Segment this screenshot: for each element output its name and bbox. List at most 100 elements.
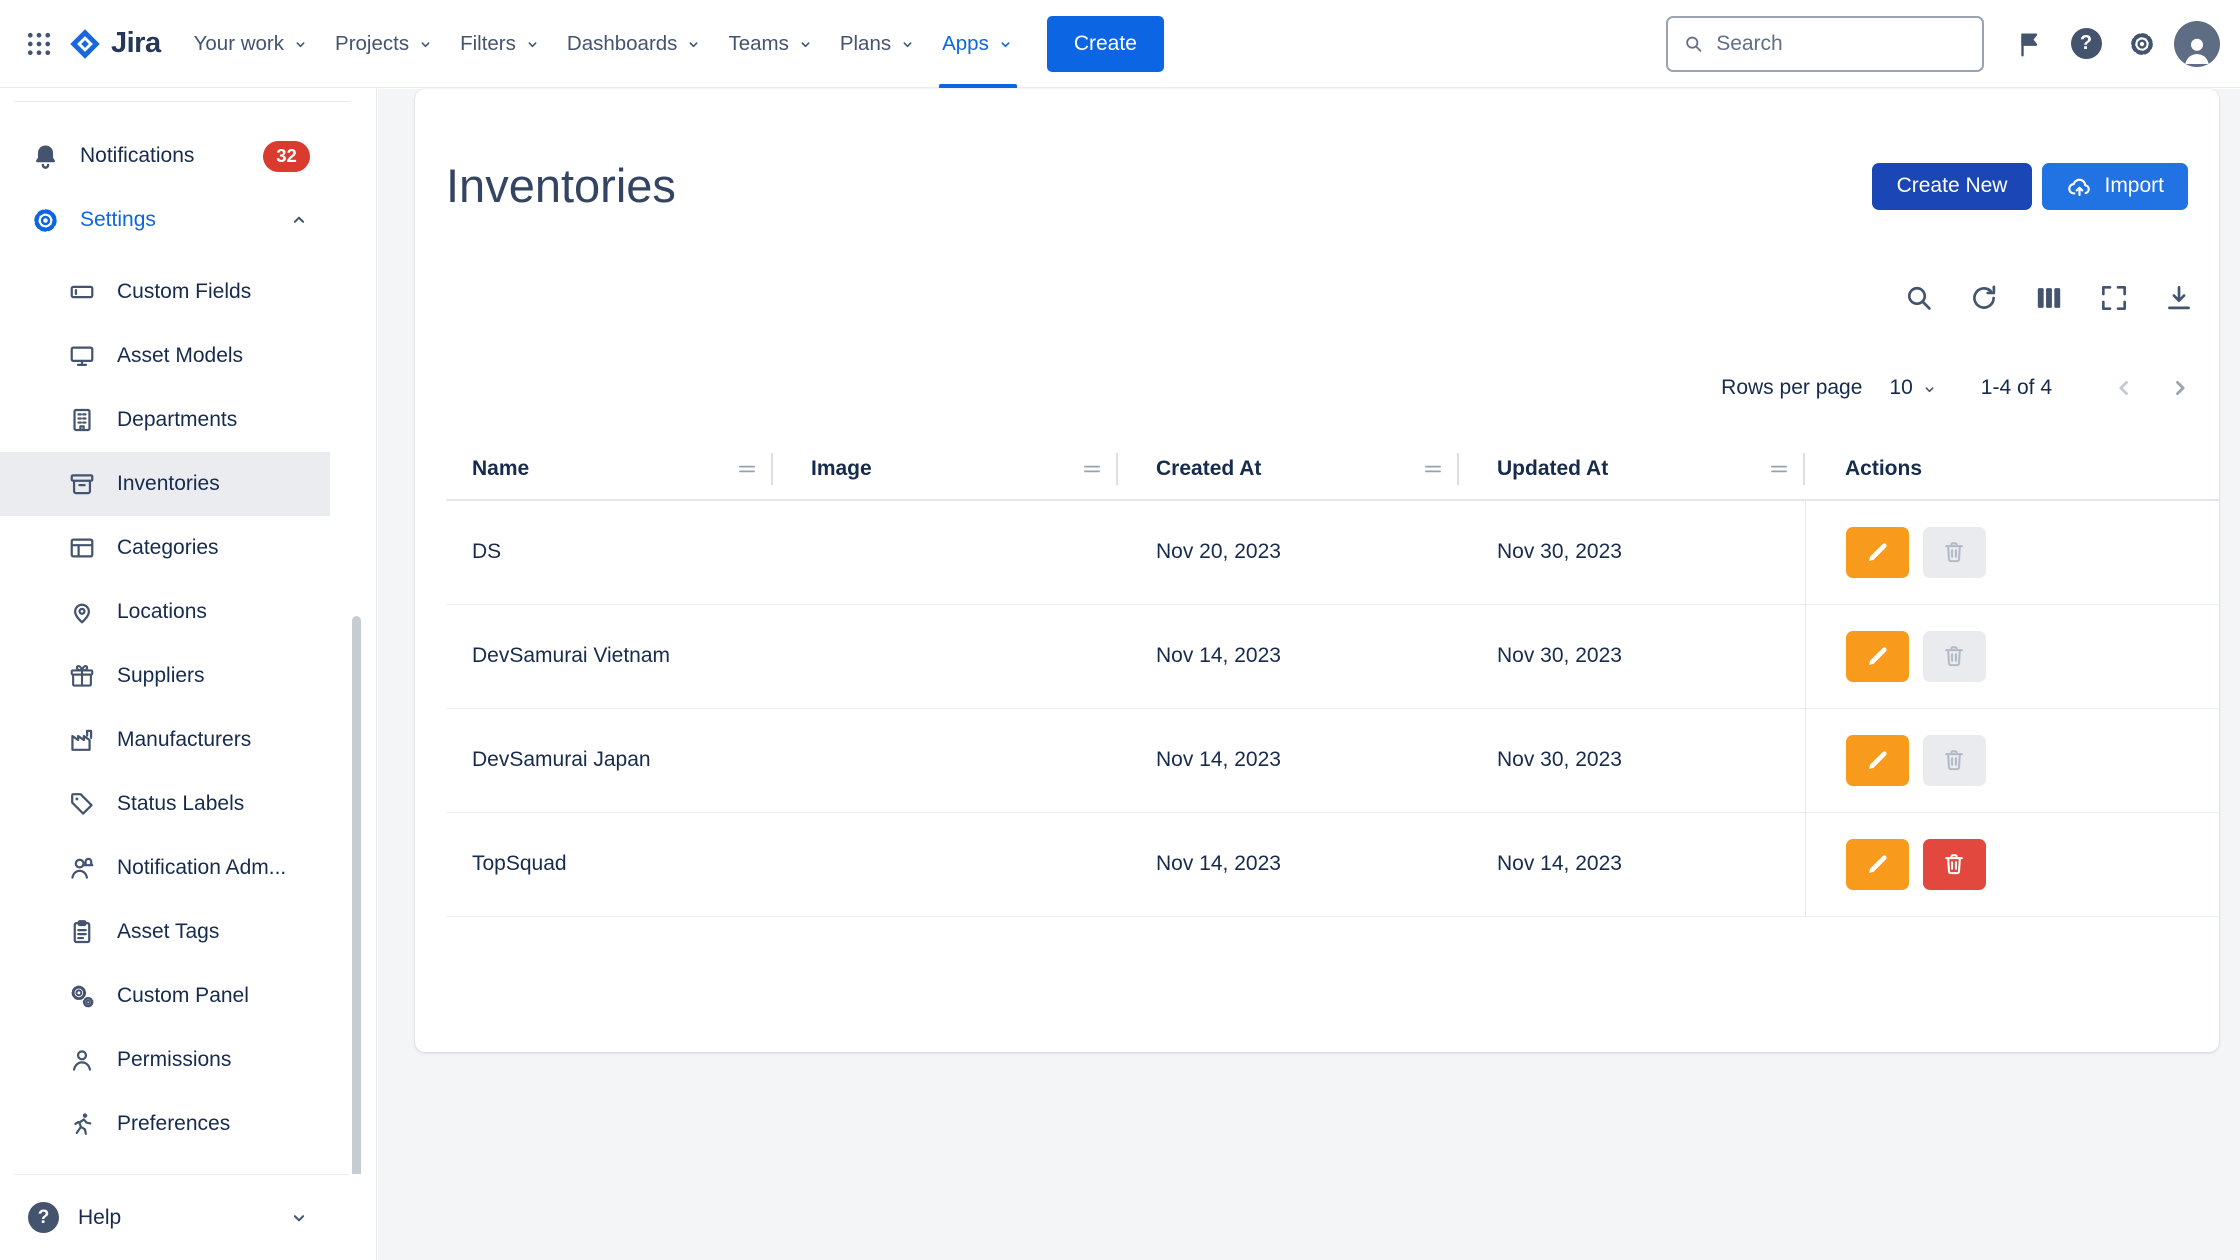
- sidebar-item-settings[interactable]: Settings: [0, 188, 330, 252]
- cell-created-at: Nov 14, 2023: [1118, 604, 1459, 708]
- create-button[interactable]: Create: [1047, 16, 1164, 72]
- manufacturers-icon: [68, 726, 96, 754]
- flag-icon: [2015, 29, 2045, 59]
- table-refresh-button[interactable]: [1967, 281, 2001, 315]
- suppliers-icon: [68, 662, 96, 690]
- asset-tags-icon: [68, 918, 96, 946]
- refresh-icon: [1968, 282, 2000, 314]
- sidebar-item-help[interactable]: ? Help: [0, 1175, 330, 1260]
- sidebar-item-custom-fields[interactable]: Custom Fields: [0, 260, 330, 324]
- chevron-left-icon: [2109, 373, 2139, 403]
- trash-icon: [1941, 643, 1967, 669]
- notification-admins-icon: [68, 854, 96, 882]
- delete-button[interactable]: [1923, 631, 1986, 682]
- sidebar-item-notifications[interactable]: Notifications 32: [0, 124, 330, 188]
- column-drag-handle-icon[interactable]: [1079, 456, 1105, 482]
- column-drag-handle-icon[interactable]: [1766, 456, 1792, 482]
- download-icon: [2163, 282, 2195, 314]
- table-fullscreen-button[interactable]: [2097, 281, 2131, 315]
- main-navigation: Your work Projects Filters Dashboards Te…: [185, 0, 1023, 88]
- edit-button[interactable]: [1846, 631, 1909, 682]
- trash-icon: [1941, 851, 1967, 877]
- sidebar-item-locations[interactable]: Locations: [0, 580, 330, 644]
- settings-button[interactable]: [2118, 20, 2166, 68]
- cell-name: DS: [446, 500, 773, 604]
- inventories-table: Name Image Created At Updated At Actions…: [446, 438, 2219, 917]
- column-header-image: Image: [773, 438, 1118, 500]
- pagination-bar: Rows per page 10 1-4 of 4: [415, 371, 2219, 405]
- nav-item-filters[interactable]: Filters: [451, 0, 550, 88]
- custom-panel-icon: [68, 982, 96, 1010]
- delete-button[interactable]: [1923, 839, 1986, 890]
- delete-button[interactable]: [1923, 735, 1986, 786]
- cloud-upload-icon: [2066, 173, 2093, 200]
- table-columns-button[interactable]: [2032, 281, 2066, 315]
- notifications-badge: 32: [263, 141, 310, 172]
- pencil-icon: [1864, 747, 1891, 774]
- sidebar-item-preferences[interactable]: Preferences: [0, 1092, 330, 1156]
- edit-button[interactable]: [1846, 839, 1909, 890]
- table-row[interactable]: DevSamurai Japan Nov 14, 2023 Nov 30, 20…: [446, 708, 2219, 812]
- sidebar-item-custom-panel[interactable]: Custom Panel: [0, 964, 330, 1028]
- cell-actions: [1805, 708, 2219, 812]
- question-mark-icon: ?: [2071, 28, 2102, 59]
- sidebar-item-departments[interactable]: Departments: [0, 388, 330, 452]
- table-search-button[interactable]: [1902, 281, 1936, 315]
- chevron-down-icon: [997, 36, 1014, 53]
- cell-name: TopSquad: [446, 812, 773, 916]
- cell-image: [773, 500, 1118, 604]
- sidebar-item-asset-models[interactable]: Asset Models: [0, 324, 330, 388]
- asset-models-icon: [68, 342, 96, 370]
- nav-item-dashboards[interactable]: Dashboards: [558, 0, 712, 88]
- sidebar-scrollbar[interactable]: [352, 616, 361, 1188]
- table-download-button[interactable]: [2162, 281, 2196, 315]
- delete-button[interactable]: [1923, 527, 1986, 578]
- column-drag-handle-icon[interactable]: [734, 456, 760, 482]
- person-icon: [2179, 31, 2215, 67]
- navbar-right-cluster: ?: [1666, 16, 2220, 72]
- table-toolbar: [415, 281, 2219, 315]
- sidebar-item-manufacturers[interactable]: Manufacturers: [0, 708, 330, 772]
- column-drag-handle-icon[interactable]: [1420, 456, 1446, 482]
- previous-page-button[interactable]: [2104, 368, 2144, 408]
- help-button[interactable]: ?: [2062, 20, 2110, 68]
- nav-item-teams[interactable]: Teams: [719, 0, 822, 88]
- next-page-button[interactable]: [2160, 368, 2200, 408]
- sidebar-item-categories[interactable]: Categories: [0, 516, 330, 580]
- cell-actions: [1805, 500, 2219, 604]
- nav-item-plans[interactable]: Plans: [831, 0, 925, 88]
- pencil-icon: [1864, 851, 1891, 878]
- nav-item-apps[interactable]: Apps: [933, 0, 1023, 88]
- cell-name: DevSamurai Vietnam: [446, 604, 773, 708]
- sidebar-item-permissions[interactable]: Permissions: [0, 1028, 330, 1092]
- create-new-button[interactable]: Create New: [1872, 163, 2033, 210]
- import-button[interactable]: Import: [2042, 163, 2188, 210]
- app-switcher-button[interactable]: [16, 21, 62, 67]
- bell-icon: [30, 141, 61, 172]
- header-actions: Create New Import: [1872, 163, 2188, 210]
- permissions-icon: [68, 1046, 96, 1074]
- global-search[interactable]: [1666, 16, 1984, 72]
- status-labels-icon: [68, 790, 96, 818]
- nav-item-projects[interactable]: Projects: [326, 0, 443, 88]
- table-row[interactable]: TopSquad Nov 14, 2023 Nov 14, 2023: [446, 812, 2219, 916]
- table-row[interactable]: DS Nov 20, 2023 Nov 30, 2023: [446, 500, 2219, 604]
- nav-item-your-work[interactable]: Your work: [185, 0, 318, 88]
- edit-button[interactable]: [1846, 735, 1909, 786]
- sidebar-item-inventories[interactable]: Inventories: [0, 452, 330, 516]
- cell-image: [773, 604, 1118, 708]
- sidebar-item-suppliers[interactable]: Suppliers: [0, 644, 330, 708]
- whats-new-button[interactable]: [2006, 20, 2054, 68]
- rows-per-page-select[interactable]: 10: [1889, 376, 1937, 400]
- fullscreen-icon: [2098, 282, 2130, 314]
- sidebar-item-status-labels[interactable]: Status Labels: [0, 772, 330, 836]
- sidebar-bottom: ? Help: [0, 1174, 375, 1260]
- profile-avatar[interactable]: [2174, 21, 2220, 67]
- sidebar-item-notification-admins[interactable]: Notification Adm...: [0, 836, 330, 900]
- table-row[interactable]: DevSamurai Vietnam Nov 14, 2023 Nov 30, …: [446, 604, 2219, 708]
- jira-logo[interactable]: Jira: [62, 27, 171, 61]
- sidebar-item-asset-tags[interactable]: Asset Tags: [0, 900, 330, 964]
- search-icon: [1903, 282, 1935, 314]
- edit-button[interactable]: [1846, 527, 1909, 578]
- global-search-input[interactable]: [1716, 32, 1967, 56]
